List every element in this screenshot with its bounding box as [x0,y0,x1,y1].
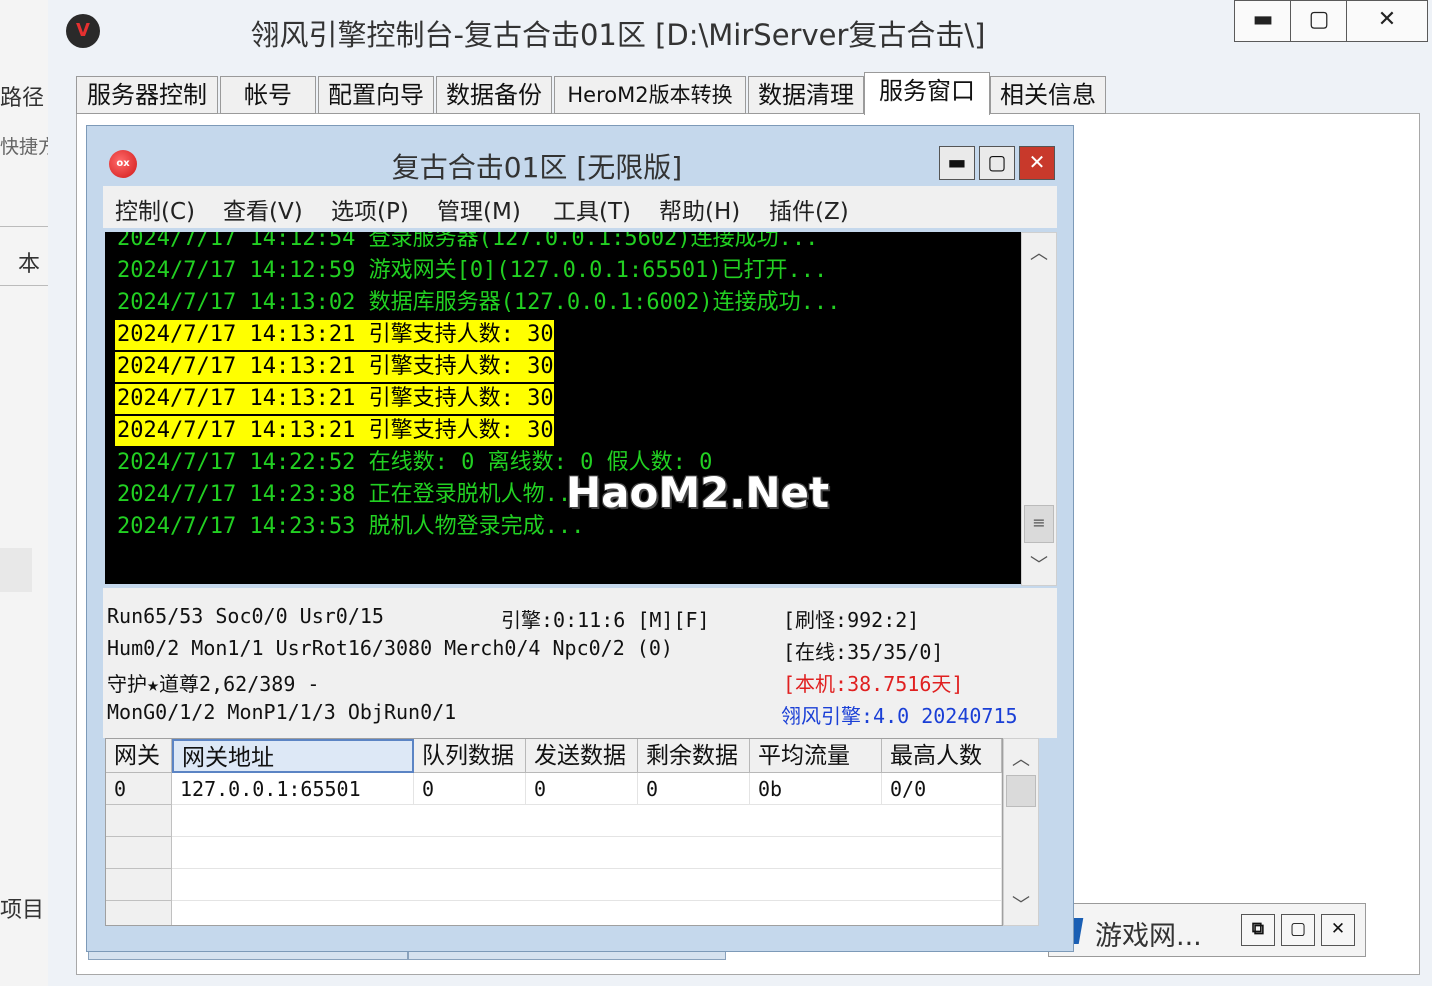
main-title-bar[interactable]: V 翎风引擎控制台-复古合击01区 [D:\MirServer复古合击\] ▬ … [48,0,1432,62]
child-maximize-button[interactable]: ▢ [979,146,1015,180]
log-line-highlighted: 2024/7/17 14:13:21 引擎支持人数: 30 [115,384,554,414]
tab-data-backup[interactable]: 数据备份 [436,76,552,114]
watermark: HaoM2.Net [566,468,830,517]
status-run: Run65/53 Soc0/0 Usr0/15 [107,604,384,628]
log-line: 2024/7/17 14:23:53 脱机人物登录完成... [117,514,585,539]
maximize-icon[interactable]: ▢ [1281,914,1315,946]
restore-icon[interactable]: ⧉ [1241,914,1275,946]
menu-tools[interactable]: 工具(T) [553,192,631,226]
column-header[interactable]: 最高人数 [882,739,1002,773]
table-row-header-empty [106,901,172,925]
column-header[interactable]: 发送数据 [526,739,638,773]
column-header[interactable]: 平均流量 [750,739,882,773]
column-header[interactable]: 剩余数据 [638,739,750,773]
close-button[interactable]: ✕ [1346,0,1428,42]
status-panel: Run65/53 Soc0/0 Usr0/15 引擎:0:11:6 [M][F]… [103,588,1057,738]
status-guard: 守护★道尊2,62/389 - [107,672,320,696]
table-cell[interactable]: 0 [526,773,638,805]
table-cell[interactable]: 0 [414,773,526,805]
main-window-title: 翎风引擎控制台-复古合击01区 [D:\MirServer复古合击\] [250,18,986,52]
tab-server-control[interactable]: 服务器控制 [76,76,218,114]
table-row-empty [172,837,1002,869]
tab-service-window[interactable]: 服务窗口 [864,72,990,115]
status-engine: 引擎:0:11:6 [M][F] [501,608,710,632]
column-header[interactable]: 网关 [106,739,172,773]
child-window: ox 复古合击01区 [无限版] ▬ ▢ ✕ 控制(C) 查看(V) 选项(P)… [86,125,1074,952]
tab-data-cleanup[interactable]: 数据清理 [748,76,864,114]
log-panel[interactable]: 2024/7/17 14:12:54 登录服务器(127.0.0.1:5602)… [105,232,1021,584]
table-scrollbar[interactable]: ︿ ﹀ [1003,738,1039,926]
table-row-empty [172,805,1002,837]
gateway-table[interactable]: 网关 网关地址 队列数据 发送数据 剩余数据 平均流量 最高人数 0 127.0… [105,738,1003,926]
log-line: 2024/7/17 14:12:59 游戏网关[0](127.0.0.1:655… [117,258,828,283]
column-header[interactable]: 网关地址 [172,739,414,773]
background-label-project: 项目 [0,898,45,923]
log-line-highlighted: 2024/7/17 14:13:21 引擎支持人数: 30 [115,320,554,350]
menu-plugins[interactable]: 插件(Z) [769,192,849,226]
minimize-button[interactable]: ▬ [1234,0,1292,42]
table-row-empty [172,901,1002,925]
menu-manage[interactable]: 管理(M) [437,192,521,226]
status-refresh: [刷怪:992:2] [783,608,920,632]
maximize-button[interactable]: ▢ [1290,0,1348,42]
close-icon[interactable]: ✕ [1321,914,1355,946]
status-local: [本机:38.7516天] [783,672,964,696]
table-row-header-empty [106,805,172,837]
status-online: [在线:35/35/0] [783,640,944,664]
scroll-thumb[interactable]: ≡ [1024,505,1054,543]
menu-help[interactable]: 帮助(H) [659,192,740,226]
tab-account[interactable]: 帐号 [220,76,316,114]
background-window: 路径 快捷方 本 项目 [0,0,57,986]
background-row [0,226,48,286]
log-line-highlighted: 2024/7/17 14:13:21 引擎支持人数: 30 [115,352,554,382]
status-version: 翎风引擎:4.0 20240715 [781,704,1018,728]
table-row-empty [172,869,1002,901]
child-window-title: 复古合击01区 [无限版] [391,151,683,184]
scroll-up-icon[interactable]: ︿ [1004,745,1038,771]
scroll-thumb[interactable] [1006,775,1036,807]
main-tabs: 服务器控制 帐号 配置向导 数据备份 HeroM2版本转换 数据清理 服务窗口 … [76,72,1116,115]
scroll-up-icon[interactable]: ︿ [1022,239,1056,265]
log-line-highlighted: 2024/7/17 14:13:21 引擎支持人数: 30 [115,416,554,446]
minimized-window-gateway[interactable]: 游戏网... ⧉ ▢ ✕ [1048,903,1366,957]
tab-config-wizard[interactable]: 配置向导 [318,76,434,114]
table-cell[interactable]: 0b [750,773,882,805]
log-scrollbar[interactable]: ︿ ≡ ﹀ [1021,232,1057,586]
background-label-path: 路径 [0,86,45,111]
menu-control[interactable]: 控制(C) [115,192,195,226]
table-cell[interactable]: 127.0.0.1:65501 [172,773,414,805]
column-header[interactable]: 队列数据 [414,739,526,773]
child-minimize-button[interactable]: ▬ [939,146,975,180]
scroll-down-icon[interactable]: ﹀ [1004,891,1038,917]
scroll-down-icon[interactable]: ﹀ [1022,551,1056,577]
menu-bar: 控制(C) 查看(V) 选项(P) 管理(M) 工具(T) 帮助(H) 插件(Z… [103,186,1057,228]
table-row-header-empty [106,837,172,869]
tab-related-info[interactable]: 相关信息 [990,76,1106,114]
background-box [0,548,32,592]
minimized-window-title: 游戏网... [1095,921,1202,952]
status-hum: Hum0/2 Mon1/1 UsrRot16/3080 Merch0/4 Npc… [107,636,673,660]
log-line: 2024/7/17 14:23:38 正在登录脱机人物... [117,482,585,507]
table-cell[interactable]: 0 [106,773,172,805]
log-line: 2024/7/17 14:12:54 登录服务器(127.0.0.1:5602)… [117,232,819,251]
log-line: 2024/7/17 14:13:02 数据库服务器(127.0.0.1:6002… [117,290,841,315]
table-cell[interactable]: 0 [638,773,750,805]
table-row-header-empty [106,869,172,901]
table-cell[interactable]: 0/0 [882,773,1002,805]
child-close-button[interactable]: ✕ [1019,146,1055,180]
menu-options[interactable]: 选项(P) [331,192,409,226]
menu-view[interactable]: 查看(V) [223,192,303,226]
tab-herom2-convert[interactable]: HeroM2版本转换 [554,76,746,114]
status-mon: MonG0/1/2 MonP1/1/3 ObjRun0/1 [107,700,457,724]
